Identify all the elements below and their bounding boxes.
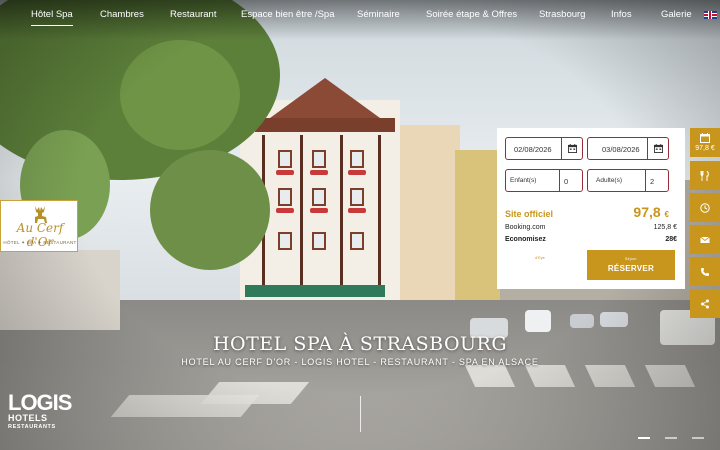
- rail-email-button[interactable]: [690, 225, 720, 254]
- nav-item-spa[interactable]: Espace bien être /Spa: [241, 9, 334, 20]
- adults-count[interactable]: 2: [645, 170, 668, 191]
- mail-icon: [700, 236, 710, 243]
- official-site-label: Site officiel: [505, 209, 554, 219]
- booking-com-price: 125,8 €: [653, 224, 677, 231]
- hotel-logo-tagline: HÔTEL ✦ SPA ✦ RESTAURANT: [3, 240, 77, 245]
- children-count[interactable]: 0: [559, 170, 582, 191]
- slider-dot[interactable]: [692, 437, 704, 439]
- adults-label: Adulte(s): [596, 177, 623, 184]
- reserve-small-label: Séjour: [625, 257, 637, 261]
- checkout-date-field[interactable]: 03/08/2026: [587, 137, 669, 160]
- nav-item-chambres[interactable]: Chambres: [100, 9, 144, 20]
- savings-row: Economisez 28€: [505, 236, 677, 243]
- nav-item-offres[interactable]: Soirée étape & Offres: [426, 9, 517, 20]
- children-label: Enfant(s): [510, 177, 537, 184]
- logis-logo-line1: LOGIS: [8, 390, 72, 415]
- rail-restaurant-button[interactable]: [690, 161, 720, 190]
- reserve-button[interactable]: Séjour RÉSERVER: [587, 250, 675, 280]
- official-price-value: 97,8: [633, 204, 661, 220]
- scroll-divider: [360, 396, 361, 432]
- rail-price: 97,8 €: [695, 145, 715, 152]
- reserve-label: RÉSERVER: [607, 264, 655, 273]
- share-icon: [701, 299, 709, 308]
- hotel-logo[interactable]: Au Cerf d'Or HÔTEL ✦ SPA ✦ RESTAURANT: [0, 200, 78, 252]
- adults-count-value: 2: [650, 177, 655, 186]
- booking-com-label: Booking.com: [505, 224, 546, 231]
- savings-value: 28€: [665, 236, 677, 243]
- rail-booking-button[interactable]: 97,8 €: [690, 128, 720, 157]
- adults-field[interactable]: Adulte(s) 2: [587, 169, 669, 192]
- rail-phone-button[interactable]: [690, 257, 720, 286]
- children-count-value: 0: [564, 177, 569, 186]
- nav-item-galerie[interactable]: Galerie: [661, 9, 692, 20]
- rail-share-button[interactable]: [690, 289, 720, 318]
- logis-logo-line3: RESTAURANTS: [8, 424, 56, 430]
- clock-icon: [700, 202, 710, 213]
- calendar-icon: [700, 133, 710, 143]
- official-price-currency: €: [664, 210, 669, 219]
- logis-logo[interactable]: LOGIS HOTELS RESTAURANTS: [8, 390, 72, 431]
- checkin-date-field[interactable]: 02/08/2026: [505, 137, 583, 160]
- hero-subtitle: HOTEL AU CERF D'OR - LOGIS HOTEL - RESTA…: [181, 357, 539, 367]
- checkin-date-value: 02/08/2026: [514, 145, 552, 154]
- nav-item-restaurant[interactable]: Restaurant: [170, 9, 216, 20]
- official-price: 97,8 €: [633, 204, 669, 220]
- rail-hours-button[interactable]: [690, 193, 720, 222]
- restaurant-icon: [700, 170, 709, 181]
- hero-title: HOTEL SPA À STRASBOURG: [212, 333, 508, 355]
- booking-com-row: Booking.com 125,8 €: [505, 224, 677, 231]
- nav-item-infos[interactable]: Infos: [611, 9, 632, 20]
- slider-dot[interactable]: [638, 437, 650, 439]
- nav-item-strasbourg[interactable]: Strasbourg: [539, 9, 585, 20]
- phone-icon: [701, 267, 709, 276]
- children-field[interactable]: Enfant(s) 0: [505, 169, 583, 192]
- main-nav: Hôtel Spa Chambres Restaurant Espace bie…: [0, 0, 720, 30]
- booking-small-note: d'Eye: [535, 255, 545, 260]
- uk-flag-icon[interactable]: [704, 11, 717, 19]
- slider-dot[interactable]: [665, 437, 677, 439]
- calendar-icon[interactable]: [561, 138, 582, 159]
- checkout-date-value: 03/08/2026: [602, 145, 640, 154]
- booking-widget: 02/08/2026 03/08/2026 Enfant(s) 0 Adulte…: [497, 128, 685, 289]
- calendar-icon[interactable]: [647, 138, 668, 159]
- nav-item-seminaire[interactable]: Séminaire: [357, 9, 400, 20]
- savings-label: Economisez: [505, 236, 546, 243]
- nav-item-hotel-spa[interactable]: Hôtel Spa: [31, 9, 73, 26]
